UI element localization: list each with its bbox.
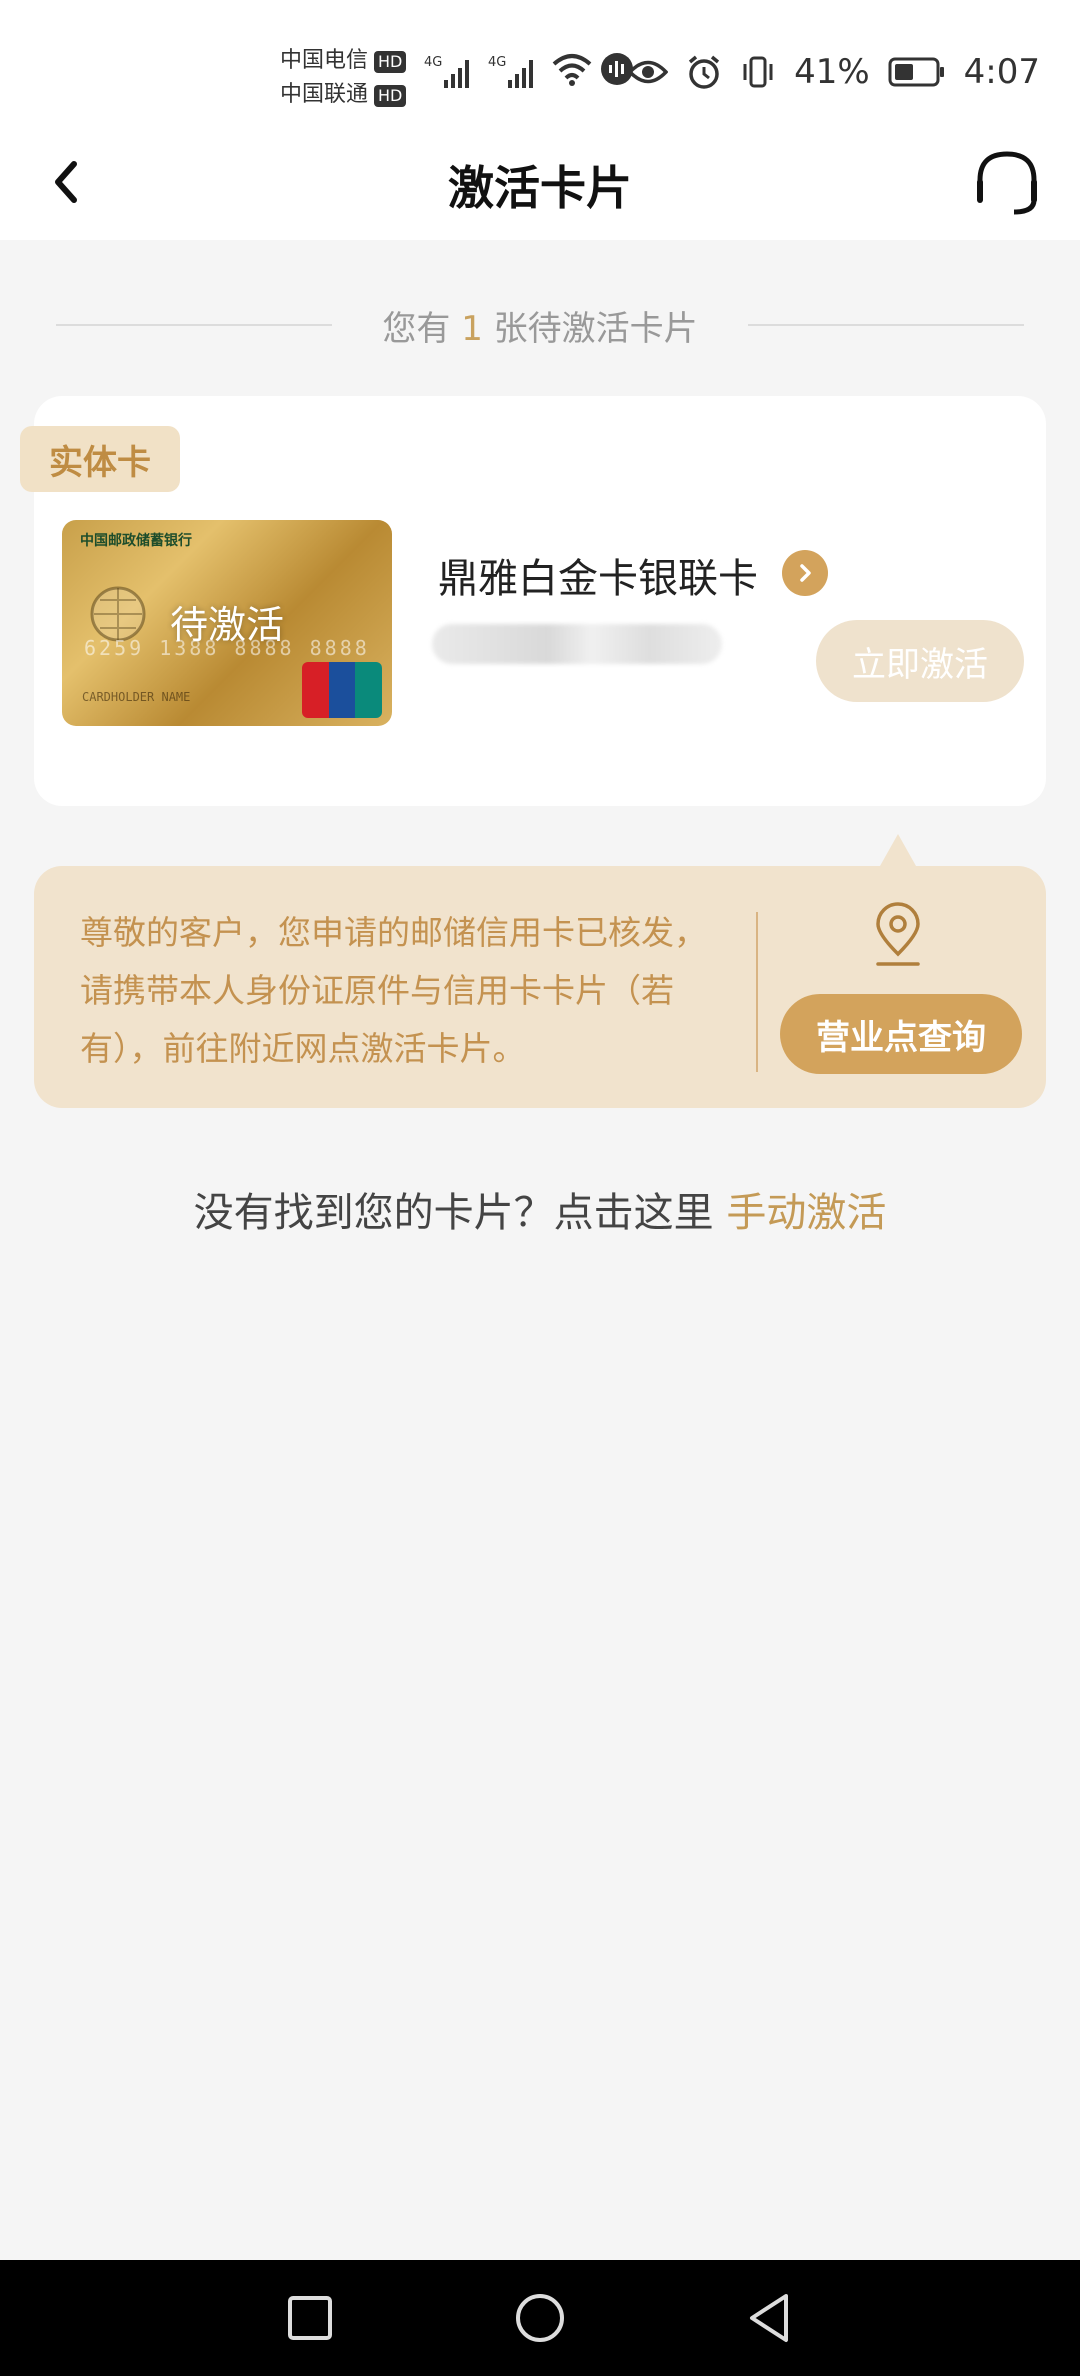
card-product-name[interactable]: 鼎雅白金卡银联卡 [438,546,758,604]
card-bank-name: 中国邮政储蓄银行 [80,533,192,549]
back-icon[interactable] [742,2290,798,2346]
card-image[interactable]: 中国邮政储蓄银行 6259 1388 8888 8888 CARDHOLDER … [62,520,392,726]
network-type-2: 4G [488,55,506,70]
activation-notice: 尊敬的客户，您申请的邮储信用卡已核发，请携带本人身份证原件与信用卡卡片（若有），… [34,866,1046,1108]
status-right: 41% 4:07 [628,52,1040,92]
card-type-tag: 实体卡 [20,426,180,492]
card-panel: 实体卡 中国邮政储蓄银行 6259 1388 8888 8888 CARDHOL… [20,396,1046,806]
home-icon[interactable] [512,2290,568,2346]
battery-percent: 41% [794,52,870,92]
notice-divider [756,912,758,1072]
network-type-1: 4G [424,55,442,70]
card-detail-button[interactable] [782,550,828,596]
clock-time: 4:07 [963,52,1040,92]
vibrate-icon [743,56,773,88]
pending-card-count: 1 [461,308,483,349]
chevron-right-icon [800,564,811,582]
pending-card-summary: 您有 1 张待激活卡片 [56,300,1025,350]
carrier-1: 中国电信 [280,48,369,73]
system-nav-bar [0,2260,1080,2376]
wifi-icon [552,54,592,86]
location-pin-icon [876,902,920,966]
divider-line [56,324,333,326]
status-bar: 中国电信 HD 中国联通 HD 4G 4G 41% 4:07 [0,0,1080,130]
manual-prompt: 没有找到您的卡片？点击这里 [193,1190,714,1236]
hd-badge: HD [374,51,407,73]
manual-activation-row: 没有找到您的卡片？点击这里 手动激活 [0,1180,1080,1238]
unionpay-logo [302,662,382,718]
carrier-2: 中国联通 [280,82,369,107]
manual-activation-link[interactable]: 手动激活 [726,1190,886,1236]
eye-comfort-icon [628,60,669,84]
customer-service-headset-icon[interactable] [970,146,1044,220]
recent-apps-icon[interactable] [282,2290,338,2346]
signal-icon: 4G [488,55,533,88]
carrier-info: 中国电信 HD 中国联通 HD [280,44,407,112]
summary-prefix: 您有 [382,308,451,349]
activate-card-page: 中国电信 HD 中国联通 HD 4G 4G 41% 4:07 激活卡片 您有 1… [0,0,1080,2376]
cardholder-name: CARDHOLDER NAME [82,690,191,704]
masked-card-number [432,624,722,664]
notice-text: 尊敬的客户，您申请的邮储信用卡已核发，请携带本人身份证原件与信用卡卡片（若有），… [80,913,707,1068]
summary-text: 您有 1 张待激活卡片 [332,301,747,350]
nav-bar: 激活卡片 [0,130,1080,240]
summary-suffix: 张待激活卡片 [493,308,698,349]
divider-line [747,324,1025,326]
battery-icon [888,57,944,87]
alarm-icon [688,55,720,89]
page-title: 激活卡片 [448,161,632,215]
signal-icon: 4G [424,55,469,88]
branch-lookup-button[interactable]: 营业点查询 [780,994,1022,1074]
card-status-label: 待激活 [169,603,284,647]
activate-now-button[interactable]: 立即激活 [816,620,1024,702]
notice-pointer [880,834,916,866]
hd-badge: HD [374,85,407,107]
